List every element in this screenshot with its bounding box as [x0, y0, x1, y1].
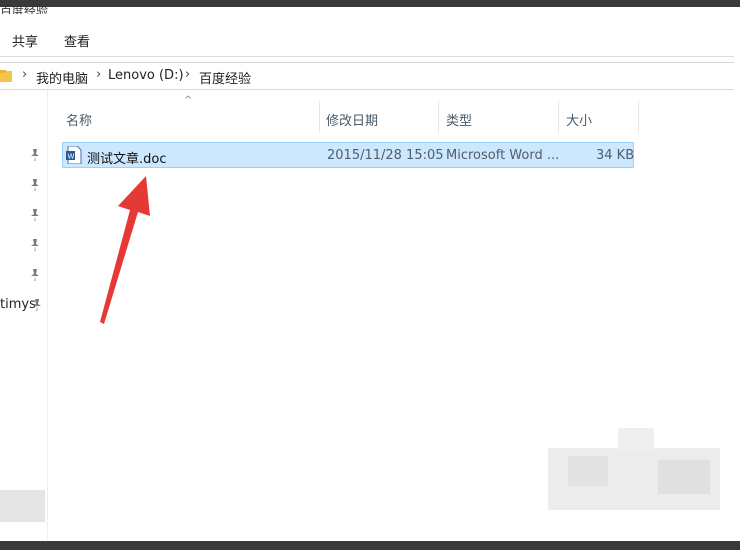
breadcrumb-separator: › [22, 67, 28, 82]
window-bottom-frame [0, 541, 740, 550]
svg-text:W: W [68, 153, 75, 161]
ribbon-divider [0, 56, 734, 57]
nav-item-selected[interactable] [0, 490, 45, 522]
red-arrow-annotation [100, 176, 150, 324]
address-bar[interactable]: › 我的电脑 › Lenovo (D:) › 百度经验 [0, 62, 734, 90]
tab-view[interactable]: 查看 [64, 31, 90, 50]
column-divider[interactable] [558, 101, 559, 133]
file-size: 34 KB [596, 148, 635, 163]
file-name: 测试文章.doc [87, 152, 167, 167]
column-divider[interactable] [638, 101, 639, 133]
column-header-name[interactable]: 名称 [66, 110, 92, 129]
pin-icon[interactable] [30, 239, 40, 251]
column-header-size[interactable]: 大小 [566, 110, 592, 129]
ribbon-tabs: 共享 查看 [0, 24, 734, 54]
column-header-type[interactable]: 类型 [446, 110, 472, 129]
window-top-frame [0, 0, 740, 7]
breadcrumb-drive-d[interactable]: Lenovo (D:) [108, 68, 184, 83]
pin-icon[interactable] [32, 299, 42, 311]
pin-icon[interactable] [30, 269, 40, 281]
pin-icon[interactable] [30, 149, 40, 161]
window-title: 百度经验 [0, 4, 49, 14]
breadcrumb-separator: › [96, 67, 102, 82]
breadcrumb-separator: › [185, 67, 191, 82]
column-divider[interactable] [438, 101, 439, 133]
window-right-edge [734, 7, 740, 541]
breadcrumb-current-folder[interactable]: 百度经验 [199, 68, 251, 87]
file-type: Microsoft Word ... [446, 148, 560, 163]
word-doc-icon: W [66, 146, 82, 164]
sort-indicator: ^ [184, 95, 193, 106]
column-divider[interactable] [319, 101, 320, 133]
folder-icon [0, 70, 12, 82]
breadcrumb-my-computer[interactable]: 我的电脑 [36, 68, 88, 87]
file-row[interactable]: W 测试文章.doc 2015/11/28 15:05 Microsoft Wo… [62, 142, 634, 168]
file-modified: 2015/11/28 15:05 [327, 148, 444, 163]
navigation-pane[interactable]: timys [0, 90, 48, 541]
pin-icon[interactable] [30, 179, 40, 191]
pin-icon[interactable] [30, 209, 40, 221]
blurred-watermark [548, 428, 720, 510]
nav-item-quick-access[interactable]: timys [0, 297, 36, 312]
column-header-modified[interactable]: 修改日期 [326, 110, 378, 129]
tab-share[interactable]: 共享 [12, 31, 38, 50]
